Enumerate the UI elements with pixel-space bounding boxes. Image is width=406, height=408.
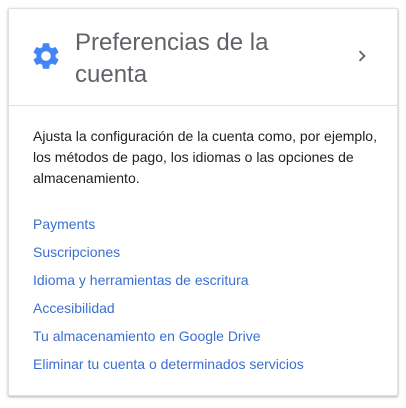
- card-header[interactable]: Preferencias de la cuenta: [9, 9, 397, 106]
- card-description: Ajusta la configuración de la cuenta com…: [33, 128, 377, 186]
- accessibility-link[interactable]: Accesibilidad: [33, 300, 115, 316]
- list-item: Accesibilidad: [33, 296, 304, 324]
- list-item: Eliminar tu cuenta o determinados servic…: [33, 352, 304, 380]
- subscriptions-link[interactable]: Suscripciones: [33, 244, 120, 260]
- list-item: Tu almacenamiento en Google Drive: [33, 324, 304, 352]
- account-preferences-card: Preferencias de la cuenta Ajusta la conf…: [8, 8, 398, 396]
- link-list: Payments Suscripciones Idioma y herramie…: [33, 212, 304, 380]
- list-item: Payments: [33, 212, 304, 240]
- drive-storage-link[interactable]: Tu almacenamiento en Google Drive: [33, 328, 261, 344]
- list-item: Idioma y herramientas de escritura: [33, 268, 304, 296]
- gear-icon: [33, 43, 59, 69]
- card-title: Preferencias de la cuenta: [75, 29, 269, 88]
- list-item: Suscripciones: [33, 240, 304, 268]
- language-input-tools-link[interactable]: Idioma y herramientas de escritura: [33, 272, 249, 288]
- delete-account-link[interactable]: Eliminar tu cuenta o determinados servic…: [33, 356, 304, 372]
- chevron-right-icon[interactable]: [351, 45, 373, 67]
- payments-link[interactable]: Payments: [33, 216, 95, 232]
